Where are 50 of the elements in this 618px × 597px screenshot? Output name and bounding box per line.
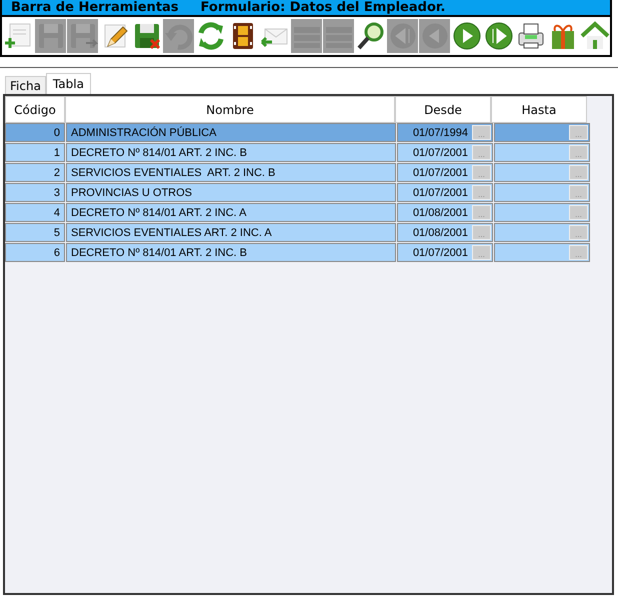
ellipsis-button[interactable]: ... [472,185,491,200]
form-title: Formulario: Datos del Empleador. [200,0,446,15]
date-cell[interactable]: 01/07/2001 ... [397,163,493,182]
column-header[interactable]: Código [5,96,65,123]
ellipsis-button[interactable]: ... [472,145,491,160]
table-cell: SERVICIOS EVENTIALES ART. 2 INC. A [66,223,396,242]
date-cell[interactable]: ... [494,243,590,262]
column-header[interactable]: Nombre [65,96,395,123]
tab[interactable]: Ficha [5,76,46,94]
table-cell: 2 [5,163,65,182]
ellipsis-button[interactable]: ... [569,205,588,220]
date-cell[interactable]: ... [494,143,590,162]
date-cell[interactable]: 01/07/2001 ... [397,183,493,202]
ellipsis-button[interactable]: ... [472,125,491,140]
date-cell[interactable]: 01/07/2001 ... [397,243,493,262]
table-cell: ADMINISTRACIÓN PÚBLICA [66,123,396,142]
column-header[interactable]: Desde [395,96,491,123]
table-cell: 0 [5,123,65,142]
date-cell[interactable]: 01/08/2001 ... [397,203,493,222]
column-header[interactable]: Hasta [491,96,587,123]
ellipsis-button[interactable]: ... [569,165,588,180]
ellipsis-button[interactable]: ... [472,245,491,260]
ellipsis-button[interactable]: ... [472,225,491,240]
ellipsis-button[interactable]: ... [472,165,491,180]
date-cell[interactable]: ... [494,183,590,202]
table-cell: PROVINCIAS U OTROS [66,183,396,202]
table-cell: 6 [5,243,65,262]
date-cell[interactable]: ... [494,223,590,242]
date-cell[interactable]: ... [494,163,590,182]
ellipsis-button[interactable]: ... [472,205,491,220]
table-cell: DECRETO Nº 814/01 ART. 2 INC. B [66,143,396,162]
date-cell[interactable]: 01/07/2001 ... [397,143,493,162]
ellipsis-button[interactable]: ... [569,245,588,260]
toolbar-title: Barra de Herramientas [11,0,179,15]
tab[interactable]: Tabla [46,73,91,94]
ellipsis-button[interactable]: ... [569,225,588,240]
table-cell: 1 [5,143,65,162]
date-cell[interactable]: ... [494,203,590,222]
table-cell: 4 [5,203,65,222]
table-cell: SERVICIOS EVENTIALES ART. 2 INC. B [66,163,396,182]
table-cell: 5 [5,223,65,242]
ellipsis-button[interactable]: ... [569,145,588,160]
table-cell: DECRETO Nº 814/01 ART. 2 INC. A [66,203,396,222]
date-cell[interactable]: ... [494,123,590,142]
table-cell: DECRETO Nº 814/01 ART. 2 INC. B [66,243,396,262]
date-cell[interactable]: 01/07/1994 ... [397,123,493,142]
ellipsis-button[interactable]: ... [569,125,588,140]
table-cell: 3 [5,183,65,202]
ellipsis-button[interactable]: ... [569,185,588,200]
date-cell[interactable]: 01/08/2001 ... [397,223,493,242]
